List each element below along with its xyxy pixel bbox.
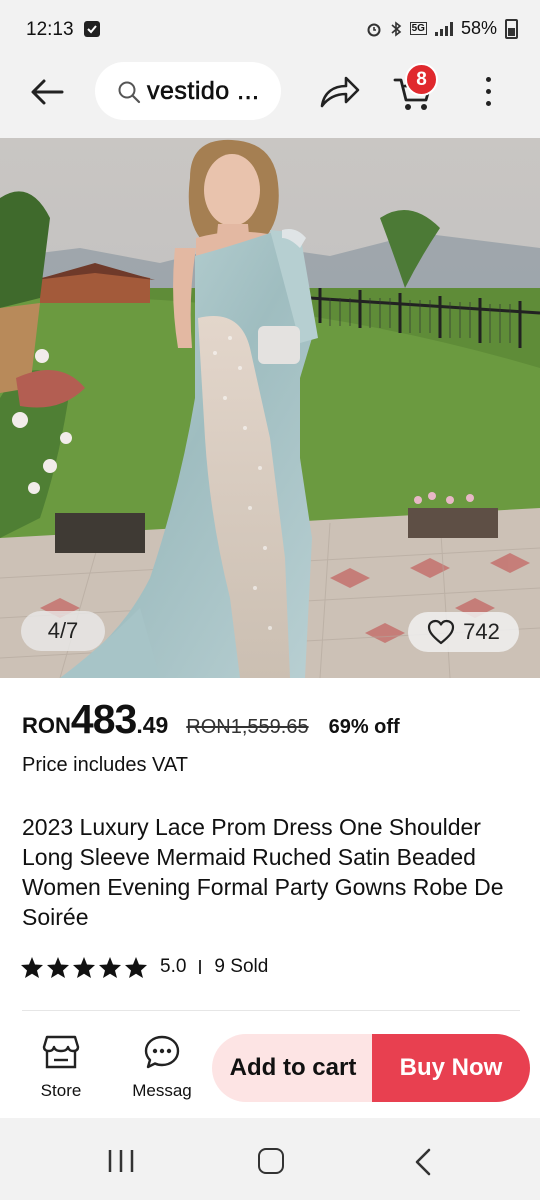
status-time: 12:13: [26, 19, 74, 40]
store-button[interactable]: Store: [30, 1034, 92, 1101]
message-icon: [144, 1035, 180, 1069]
search-query: vestido ...: [147, 77, 260, 106]
heart-icon: [428, 619, 455, 645]
price-integer: 483: [70, 696, 137, 742]
discount-label: 69% off: [328, 716, 400, 738]
store-label: Store: [40, 1081, 82, 1100]
rating-stars: [20, 956, 148, 979]
back-arrow-icon[interactable]: [28, 76, 68, 108]
bluetooth-icon: [391, 20, 401, 37]
notification-icon: [84, 21, 100, 37]
battery-icon: [505, 18, 518, 39]
store-icon: [42, 1035, 80, 1069]
back-nav-icon[interactable]: [414, 1148, 432, 1176]
star-icon: [21, 956, 43, 978]
status-bar: 12:13 5G 58%: [0, 0, 540, 60]
status-indicators: 5G 58%: [366, 18, 518, 39]
buy-now-button[interactable]: Buy Now: [372, 1034, 530, 1102]
price-decimal: .49: [136, 712, 169, 738]
share-icon[interactable]: [318, 74, 362, 110]
likes-count: 742: [463, 619, 500, 644]
network-type: 5G: [409, 22, 427, 35]
bottom-action-bar: Store Messag Add to cart Buy Now: [0, 1022, 540, 1118]
recent-apps-icon[interactable]: [107, 1149, 135, 1173]
search-bar[interactable]: vestido ...: [95, 62, 281, 120]
top-bar: vestido ... 8: [0, 60, 540, 138]
alarm-icon: [367, 23, 381, 36]
section-divider: [22, 1010, 520, 1011]
price-currency: RON: [22, 713, 71, 738]
message-label: Messag: [132, 1081, 192, 1100]
product-image[interactable]: 4/7 742: [0, 138, 540, 678]
price-row: RON 483 .49 RON1,559.65 69% off: [22, 696, 522, 746]
rating-row[interactable]: 5.0 9 Sold: [20, 953, 268, 981]
message-button[interactable]: Messag: [126, 1034, 198, 1101]
star-icon: [47, 956, 69, 978]
image-counter: 4/7: [21, 611, 105, 651]
rating-value: 5.0: [160, 956, 187, 977]
battery-percent: 58%: [460, 18, 497, 38]
add-to-cart-button[interactable]: Add to cart: [212, 1034, 374, 1102]
system-nav-bar: [0, 1118, 540, 1200]
star-icon: [125, 956, 147, 978]
star-icon: [73, 956, 95, 978]
vat-note: Price includes VAT: [22, 754, 188, 776]
sold-count: 9 Sold: [214, 956, 269, 977]
signal-icon: [434, 21, 453, 36]
rating-divider: [199, 960, 202, 974]
wishlist-button[interactable]: 742: [408, 612, 519, 652]
cart-count-badge: 8: [405, 63, 438, 96]
star-icon: [99, 956, 121, 978]
home-icon[interactable]: [258, 1148, 284, 1174]
original-price: RON1,559.65: [186, 716, 309, 738]
more-icon[interactable]: [478, 74, 498, 110]
product-photo: [0, 138, 540, 678]
product-title: 2023 Luxury Lace Prom Dress One Shoulder…: [22, 814, 504, 930]
search-icon: [118, 81, 141, 104]
